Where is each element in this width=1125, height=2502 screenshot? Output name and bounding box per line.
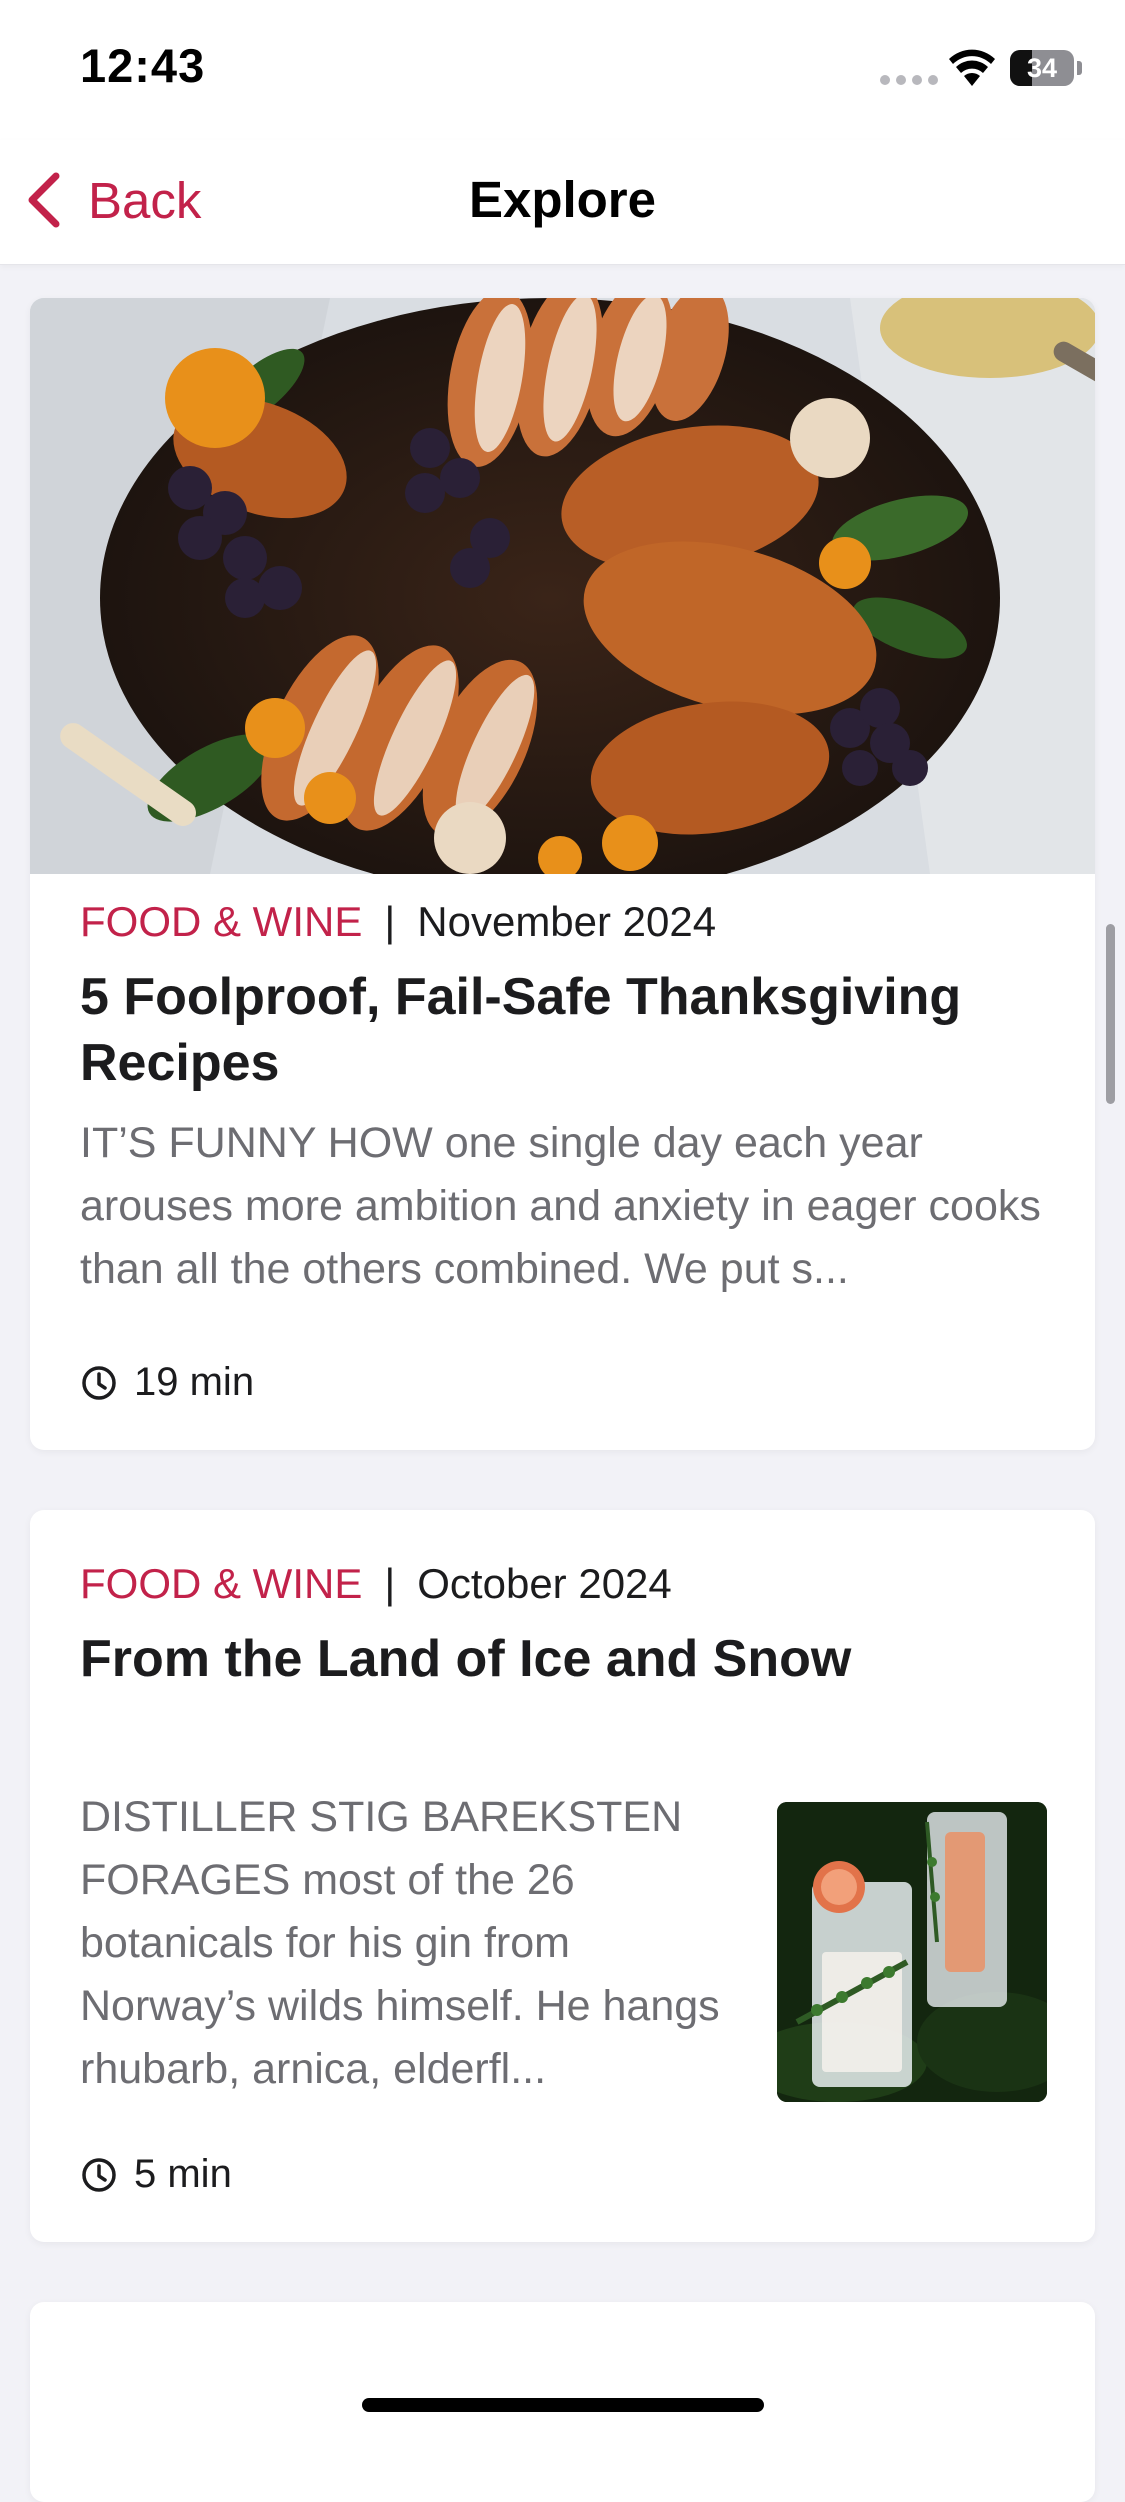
article-source: FOOD & WINE bbox=[80, 898, 363, 945]
status-time: 12:43 bbox=[80, 39, 206, 92]
article-card[interactable]: FOOD & WINE | October 2024 From the Land… bbox=[30, 1510, 1095, 2242]
clock-icon bbox=[82, 1365, 116, 1400]
article-excerpt: IT’S FUNNY HOW one single day each year … bbox=[80, 1119, 1041, 1293]
battery-level: 34 bbox=[1026, 53, 1058, 83]
read-time: 19 min bbox=[80, 1360, 254, 1405]
wifi-icon bbox=[949, 49, 995, 86]
scrollbar[interactable] bbox=[1106, 924, 1115, 1104]
roast-turkey-platter-image bbox=[30, 298, 1095, 874]
article-source: FOOD & WINE bbox=[80, 1560, 363, 1607]
gin-cocktails-image bbox=[777, 1802, 1047, 2102]
meta-separator: | bbox=[384, 898, 396, 945]
article-meta: FOOD & WINE | November 2024 bbox=[80, 898, 716, 946]
article-title[interactable]: From the Land of Ice and Snow bbox=[80, 1626, 1040, 1692]
read-time-label: 19 min bbox=[134, 1360, 255, 1404]
status-bar: 12:43 34 bbox=[0, 0, 1125, 140]
article-meta: FOOD & WINE | October 2024 bbox=[80, 1560, 672, 1608]
read-time-label: 5 min bbox=[134, 2152, 232, 2196]
battery-nub bbox=[1077, 61, 1082, 75]
article-card[interactable]: FOOD & WINE | November 2024 5 Foolproof,… bbox=[30, 298, 1095, 1450]
article-date: November 2024 bbox=[417, 898, 717, 945]
page-title: Explore bbox=[468, 171, 657, 228]
battery-icon: 34 bbox=[1010, 50, 1074, 86]
cellular-signal-icon bbox=[880, 75, 938, 85]
home-indicator[interactable] bbox=[362, 2398, 764, 2412]
navigation-bar: Back Explore bbox=[0, 140, 1125, 265]
article-date: October 2024 bbox=[417, 1560, 672, 1607]
article-excerpt: DISTILLER STIG BAREKSTEN FORAGES most of… bbox=[80, 1793, 720, 2093]
meta-separator: | bbox=[384, 1560, 396, 1607]
article-title[interactable]: 5 Foolproof, Fail-Safe Thanksgiving Reci… bbox=[80, 964, 1040, 1096]
read-time: 5 min bbox=[80, 2152, 232, 2197]
clock-icon bbox=[82, 2157, 116, 2192]
